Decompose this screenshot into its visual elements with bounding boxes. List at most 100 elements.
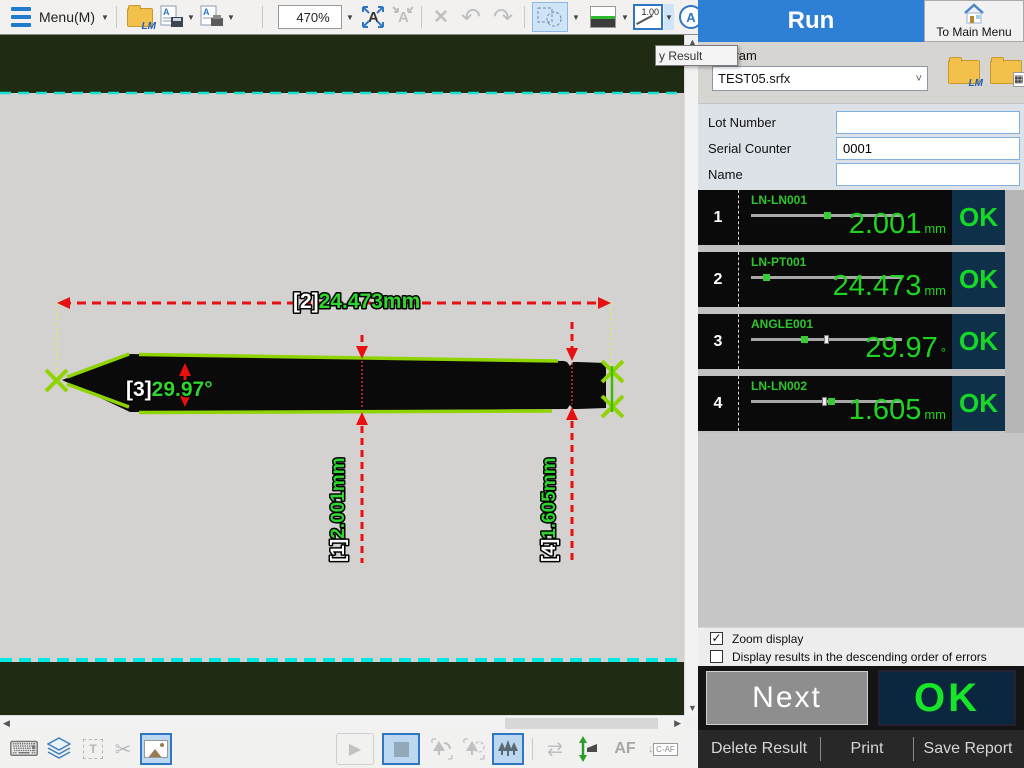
scroll-down-icon[interactable]: ▼ — [688, 703, 697, 713]
scroll-left-icon[interactable]: ◀ — [3, 718, 10, 729]
folder-lm-icon: LM — [127, 8, 153, 27]
zoom-display-option[interactable]: ✓ Zoom display — [698, 630, 1024, 648]
result-index: 2 — [698, 252, 738, 307]
edge-detection-tool[interactable] — [588, 0, 618, 34]
scissors-icon[interactable]: ✂ — [110, 733, 136, 765]
result-slider-dot — [824, 212, 831, 219]
serial-counter-input[interactable] — [836, 137, 1020, 160]
run-play-button[interactable]: ▶ — [336, 733, 374, 765]
checkbox-label: Display results in the descending order … — [732, 650, 987, 664]
shrink-text-button[interactable]: A — [390, 0, 416, 34]
measurement-viewport[interactable]: [2]24.473mm [3]29.97° [1]2.001mm [4]1.60… — [0, 35, 684, 715]
result-row[interactable]: 4 LN-LN002 1.605mm OK — [698, 376, 1005, 431]
barcode-page-icon — [1013, 72, 1024, 87]
run-stop-button[interactable] — [382, 733, 420, 765]
canvas-horizontal-scrollbar[interactable]: ◀ ▶ — [0, 715, 684, 730]
load-program-button[interactable]: LM — [948, 60, 980, 84]
judgement-section: Next OK — [698, 666, 1024, 730]
roi-dropdown-arrow[interactable]: ▼ — [570, 0, 582, 34]
view-toolbar: ⌨ T ✂ ▶ ⇄ AF ↓C-AF — [0, 730, 698, 768]
result-row[interactable]: 3 ANGLE001 29.97° OK — [698, 314, 1005, 369]
autofocus-area-1-icon[interactable] — [428, 733, 456, 765]
magnification-dropdown-arrow[interactable]: ▼ — [664, 4, 674, 30]
toolbar-separator — [262, 6, 263, 28]
result-row[interactable]: 2 LN-PT001 24.473mm OK — [698, 252, 1005, 307]
autofocus-area-2-icon[interactable] — [460, 733, 488, 765]
run-mode-header: Run — [698, 0, 924, 42]
camera-dark-band-bottom — [0, 662, 684, 715]
menu-button[interactable]: Menu(M) — [36, 0, 98, 34]
program-select[interactable]: TEST05.srfx ˅ — [712, 66, 928, 91]
results-list: 1 LN-LN001 2.001mm OK 2 LN-PT001 24.473m… — [698, 190, 1024, 433]
serial-counter-label: Serial Counter — [708, 141, 791, 156]
save-icon: A — [159, 5, 185, 29]
svg-text:A: A — [163, 7, 170, 17]
menu-dropdown-arrow[interactable]: ▼ — [99, 0, 111, 34]
result-index: 3 — [698, 314, 738, 369]
print-dropdown-arrow[interactable]: ▼ — [226, 0, 236, 34]
af-button[interactable]: AF — [610, 733, 640, 765]
to-main-menu-button[interactable]: To Main Menu — [924, 0, 1024, 42]
image-icon — [144, 740, 168, 758]
program-file-name: TEST05.srfx — [718, 71, 790, 86]
width-measure-icon[interactable]: ⇄ — [540, 733, 570, 765]
trees-icon — [496, 739, 520, 759]
keyboard-icon[interactable]: ⌨ — [10, 733, 38, 765]
multi-point-focus-button[interactable] — [492, 733, 524, 765]
delete-result-button[interactable]: Delete Result — [698, 740, 820, 758]
overall-status-display: OK — [878, 670, 1016, 726]
canvas-vertical-scrollbar[interactable]: ▲ ▼ — [684, 35, 698, 715]
image-view-button[interactable] — [140, 733, 172, 765]
display-options-section: ✓ Zoom display Display results in the de… — [698, 627, 1024, 666]
results-scrollbar[interactable] — [1005, 190, 1024, 433]
focus-height-icon[interactable] — [574, 733, 604, 765]
undo-icon[interactable]: ↶ — [456, 0, 486, 34]
status-badge: OK — [952, 252, 1005, 307]
layers-icon[interactable] — [44, 733, 74, 765]
zoom-level-input[interactable]: 470% — [278, 5, 342, 29]
next-button[interactable]: Next — [706, 671, 868, 725]
descending-errors-option[interactable]: Display results in the descending order … — [698, 648, 1024, 666]
group-select-icon[interactable]: T — [80, 733, 106, 765]
print-button[interactable]: Print — [821, 740, 913, 758]
result-value: 29.97 — [865, 332, 938, 364]
result-slider-dot — [801, 336, 808, 343]
scrollbar-thumb[interactable] — [505, 718, 658, 729]
checkbox[interactable]: ✓ — [710, 632, 723, 645]
caf-label: C-AF — [653, 743, 678, 756]
open-program-button[interactable]: LM — [124, 0, 156, 34]
home-icon — [962, 3, 986, 25]
barcode-program-button[interactable] — [990, 60, 1022, 84]
delete-icon[interactable]: ✕ — [428, 0, 454, 34]
annotation-label-3: [3]29.97° — [126, 378, 213, 401]
result-row[interactable]: 1 LN-LN001 2.001mm OK — [698, 190, 1005, 245]
save-dropdown-arrow[interactable]: ▼ — [186, 0, 196, 34]
nominal-marker — [822, 397, 827, 406]
svg-text:A: A — [203, 7, 210, 17]
stop-icon — [394, 742, 409, 757]
roi-selection-tool[interactable] — [532, 2, 568, 32]
annotation-label-4: [4]1.605mm — [539, 457, 560, 562]
edge-dropdown-arrow[interactable]: ▼ — [619, 0, 631, 34]
save-report-button[interactable]: Save Report — [914, 740, 1022, 758]
checkbox[interactable] — [710, 650, 723, 663]
scroll-right-icon[interactable]: ▶ — [674, 718, 681, 729]
save-button[interactable]: A — [158, 0, 186, 34]
tooltip: y Result — [655, 45, 738, 66]
continuous-af-button[interactable]: ↓C-AF — [644, 733, 682, 765]
zoom-dropdown-arrow[interactable]: ▼ — [343, 0, 357, 34]
status-badge: OK — [952, 190, 1005, 245]
print-button[interactable]: A — [198, 0, 226, 34]
name-input[interactable] — [836, 163, 1020, 186]
lot-number-label: Lot Number — [708, 115, 776, 130]
magnification-tool[interactable]: 1.00 — [632, 0, 664, 34]
measurement-scene: [2]24.473mm [3]29.97° [1]2.001mm [4]1.60… — [0, 35, 684, 715]
annotation-label-2: [2]24.473mm — [293, 290, 420, 313]
fit-to-screen-button[interactable]: A — [360, 0, 386, 34]
redo-icon[interactable]: ↷ — [488, 0, 518, 34]
toolbar-separator — [116, 6, 117, 28]
camera-dark-band-top — [0, 35, 684, 93]
edge-detection-icon — [590, 6, 616, 28]
lot-number-input[interactable] — [836, 111, 1020, 134]
hamburger-menu-icon[interactable] — [8, 0, 34, 34]
